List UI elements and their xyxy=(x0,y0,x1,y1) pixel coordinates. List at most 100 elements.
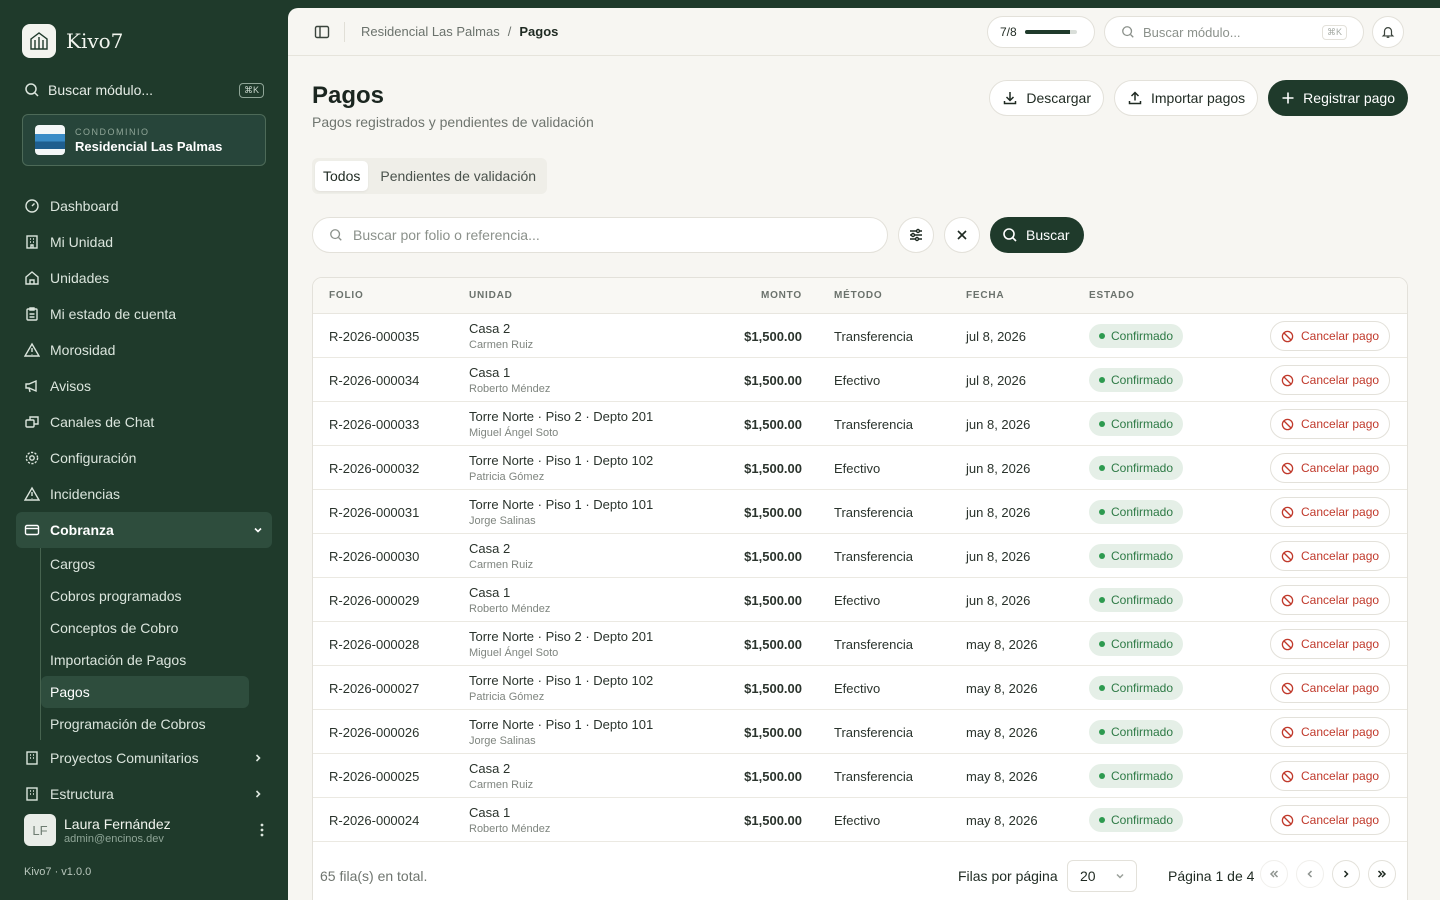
sidebar-subitem-cargos[interactable]: Cargos xyxy=(41,548,249,580)
notifications-button[interactable] xyxy=(1372,16,1404,48)
breadcrumb-condo[interactable]: Residencial Las Palmas xyxy=(361,24,500,39)
sidebar-item-estructura[interactable]: Estructura xyxy=(16,776,272,812)
cell-metodo: Transferencia xyxy=(834,328,913,344)
sidebar-item-cobranza[interactable]: Cobranza xyxy=(16,512,272,548)
brand[interactable]: Kivo7 xyxy=(22,24,123,58)
cancel-payment-button[interactable]: Cancelar pago xyxy=(1270,761,1391,791)
search-icon xyxy=(330,229,342,241)
sidebar-subitem-conceptos[interactable]: Conceptos de Cobro xyxy=(41,612,249,644)
sidebar-item-morosidad[interactable]: Morosidad xyxy=(16,332,272,368)
sidebar-item-label: Avisos xyxy=(50,378,91,394)
status-label: Confirmado xyxy=(1111,373,1174,387)
cancel-payment-button[interactable]: Cancelar pago xyxy=(1270,585,1391,615)
sidebar-item-label: Canales de Chat xyxy=(50,414,155,430)
unit-owner: Carmen Ruiz xyxy=(469,339,534,351)
filters-button[interactable] xyxy=(898,217,934,253)
cancel-payment-button[interactable]: Cancelar pago xyxy=(1270,541,1391,571)
cell-estado: Confirmado xyxy=(1089,534,1184,578)
tab-pendientes[interactable]: Pendientes de validación xyxy=(372,161,544,191)
chevron-right-icon xyxy=(255,790,261,798)
sidebar-item-avisos[interactable]: Avisos xyxy=(16,368,272,404)
column-header-estado[interactable]: ESTADO xyxy=(1089,290,1135,301)
column-header-folio[interactable]: FOLIO xyxy=(329,290,364,301)
cancel-payment-button[interactable]: Cancelar pago xyxy=(1270,365,1391,395)
cancel-payment-button[interactable]: Cancelar pago xyxy=(1270,321,1391,351)
clear-filters-button[interactable] xyxy=(944,217,980,253)
sidebar-subitem-cobros-programados[interactable]: Cobros programados xyxy=(41,580,249,612)
table-row[interactable]: R-2026-000024 Casa 1 Roberto Méndez $1,5… xyxy=(313,798,1407,842)
cell-estado: Confirmado xyxy=(1089,754,1184,798)
setup-progress[interactable]: 7/8 xyxy=(987,16,1095,48)
sidebar-search[interactable]: Buscar módulo... ⌘K xyxy=(24,80,264,100)
cell-unidad: Torre Norte · Piso 1 · Depto 101 Jorge S… xyxy=(469,490,653,534)
condo-selector[interactable]: CONDOMINIO Residencial Las Palmas xyxy=(22,114,266,166)
cancel-payment-button[interactable]: Cancelar pago xyxy=(1270,409,1391,439)
cell-fecha: jul 8, 2026 xyxy=(966,372,1026,388)
status-dot xyxy=(1099,729,1105,735)
tab-todos[interactable]: Todos xyxy=(315,161,369,191)
user-menu[interactable]: LF Laura Fernández admin@encinos.dev xyxy=(24,814,272,846)
cancel-payment-button[interactable]: Cancelar pago xyxy=(1270,629,1391,659)
more-vertical-icon[interactable] xyxy=(260,823,264,837)
download-button[interactable]: Descargar xyxy=(989,80,1104,116)
last-page-button[interactable] xyxy=(1368,860,1396,888)
chevron-right-icon xyxy=(255,754,261,762)
cell-estado: Confirmado xyxy=(1089,798,1184,842)
cell-metodo: Transferencia xyxy=(834,548,913,564)
table-header: FOLIO UNIDAD MONTO MÉTODO FECHA ESTADO xyxy=(313,278,1407,314)
unit-owner: Jorge Salinas xyxy=(469,735,536,747)
ban-icon xyxy=(1281,638,1294,650)
cancel-payment-button[interactable]: Cancelar pago xyxy=(1270,497,1391,527)
cell-folio: R-2026-000030 xyxy=(329,548,420,564)
import-payments-button[interactable]: Importar pagos xyxy=(1114,80,1259,116)
sidebar-item-estado-cuenta[interactable]: Mi estado de cuenta xyxy=(16,296,272,332)
sidebar-item-mi-unidad[interactable]: Mi Unidad xyxy=(16,224,272,260)
table-row[interactable]: R-2026-000031 Torre Norte · Piso 1 · Dep… xyxy=(313,490,1407,534)
sidebar-item-proyectos[interactable]: Proyectos Comunitarios xyxy=(16,740,272,776)
sidebar-item-chat[interactable]: Canales de Chat xyxy=(16,404,272,440)
cancel-payment-button[interactable]: Cancelar pago xyxy=(1270,717,1391,747)
next-page-button[interactable] xyxy=(1332,860,1360,888)
cancel-payment-button[interactable]: Cancelar pago xyxy=(1270,805,1391,835)
sidebar-toggle-icon[interactable] xyxy=(314,24,330,40)
column-header-metodo[interactable]: MÉTODO xyxy=(834,290,883,301)
status-dot xyxy=(1099,333,1105,339)
register-payment-button[interactable]: Registrar pago xyxy=(1268,80,1408,116)
table-row[interactable]: R-2026-000027 Torre Norte · Piso 1 · Dep… xyxy=(313,666,1407,710)
search-button[interactable]: Buscar xyxy=(990,217,1084,253)
folio-search-input[interactable]: Buscar por folio o referencia... xyxy=(312,217,888,253)
table-row[interactable]: R-2026-000035 Casa 2 Carmen Ruiz $1,500.… xyxy=(313,314,1407,358)
sidebar-item-unidades[interactable]: Unidades xyxy=(16,260,272,296)
shortcut-badge: ⌘K xyxy=(1321,24,1347,40)
cancel-payment-button[interactable]: Cancelar pago xyxy=(1270,453,1391,483)
column-header-monto[interactable]: MONTO xyxy=(702,290,802,301)
cancel-payment-button[interactable]: Cancelar pago xyxy=(1270,673,1391,703)
sidebar-item-incidencias[interactable]: Incidencias xyxy=(16,476,272,512)
table-row[interactable]: R-2026-000025 Casa 2 Carmen Ruiz $1,500.… xyxy=(313,754,1407,798)
table-row[interactable]: R-2026-000028 Torre Norte · Piso 2 · Dep… xyxy=(313,622,1407,666)
table-row[interactable]: R-2026-000033 Torre Norte · Piso 2 · Dep… xyxy=(313,402,1407,446)
status-badge: Confirmado xyxy=(1089,588,1184,612)
column-header-fecha[interactable]: FECHA xyxy=(966,290,1004,301)
prev-page-button[interactable] xyxy=(1296,860,1324,888)
status-dot xyxy=(1099,685,1105,691)
cancel-payment-label: Cancelar pago xyxy=(1301,681,1380,695)
sidebar-subitem-pagos[interactable]: Pagos xyxy=(41,676,249,708)
table-row[interactable]: R-2026-000030 Casa 2 Carmen Ruiz $1,500.… xyxy=(313,534,1407,578)
cell-action: Cancelar pago xyxy=(1270,578,1391,622)
table-row[interactable]: R-2026-000034 Casa 1 Roberto Méndez $1,5… xyxy=(313,358,1407,402)
sidebar-subitem-programacion[interactable]: Programación de Cobros xyxy=(41,708,249,740)
top-search-input[interactable]: Buscar módulo... ⌘K xyxy=(1104,16,1364,48)
column-header-unidad[interactable]: UNIDAD xyxy=(469,290,513,301)
table-row[interactable]: R-2026-000029 Casa 1 Roberto Méndez $1,5… xyxy=(313,578,1407,622)
rows-per-page-select[interactable]: 20 xyxy=(1067,860,1137,892)
sidebar-item-configuracion[interactable]: Configuración xyxy=(16,440,272,476)
sidebar-subitem-importacion[interactable]: Importación de Pagos xyxy=(41,644,249,676)
table-row[interactable]: R-2026-000032 Torre Norte · Piso 1 · Dep… xyxy=(313,446,1407,490)
first-page-button[interactable] xyxy=(1260,860,1288,888)
table-row[interactable]: R-2026-000026 Torre Norte · Piso 1 · Dep… xyxy=(313,710,1407,754)
cell-folio: R-2026-000027 xyxy=(329,680,420,696)
unit-name: Casa 1 xyxy=(469,805,511,820)
sidebar-item-dashboard[interactable]: Dashboard xyxy=(16,188,272,224)
cell-action: Cancelar pago xyxy=(1270,490,1391,534)
